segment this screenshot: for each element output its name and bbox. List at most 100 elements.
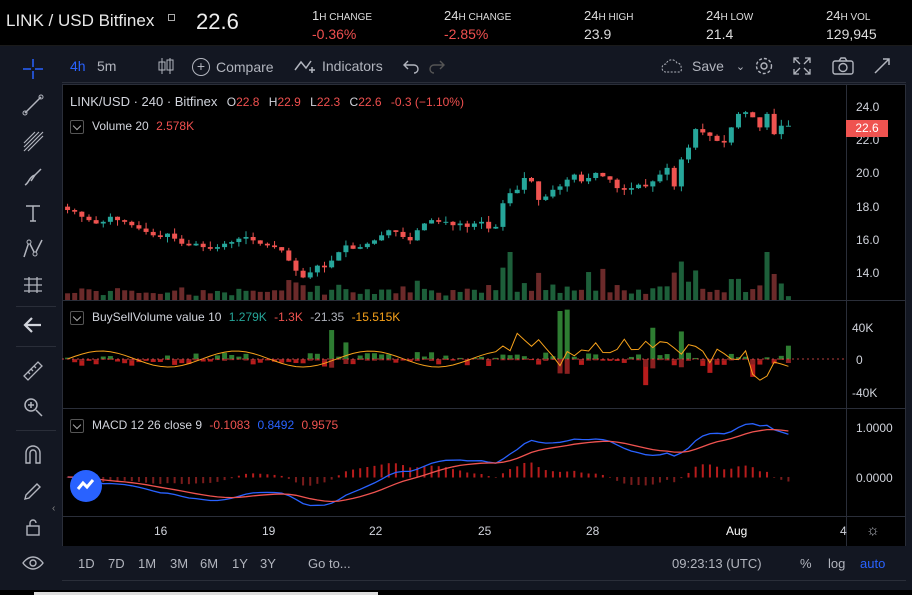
back-arrow-icon[interactable] [20,312,46,338]
brush-icon[interactable] [20,164,46,190]
candle-body [222,243,228,248]
lock-icon[interactable] [20,514,46,540]
low-value: 22.3 [316,95,341,109]
buysell-bar [664,354,670,359]
buysell-bar [557,311,563,359]
time-axis-label: 22 [369,524,383,538]
interval-4h[interactable]: 4h [70,58,86,74]
ruler-icon[interactable] [20,358,46,384]
range-button-6m[interactable]: 6M [200,556,218,571]
text-tool-icon[interactable] [20,200,46,226]
macd-histogram-bar [187,477,190,485]
zoom-in-icon[interactable] [20,394,46,420]
buysell-bar [785,359,791,363]
goto-button[interactable]: Go to... [308,556,351,571]
candle-body [314,265,320,273]
macd-histogram-bar [530,462,533,478]
settings-icon[interactable] [754,56,774,76]
prediction-icon[interactable] [20,272,46,298]
macd-histogram-bar [223,477,226,481]
range-button-3y[interactable]: 3Y [260,556,276,571]
buysell-bar [222,352,228,359]
candle-body [172,233,178,239]
interval-5m[interactable]: 5m [97,58,116,74]
candle-body [514,189,520,194]
price-axis-label: 20.0 [856,166,880,180]
buysell-bar [686,352,692,359]
buysell-bar [443,355,449,359]
range-button-7d[interactable]: 7D [108,556,125,571]
range-button-1d[interactable]: 1D [78,556,95,571]
volume-bar [129,290,135,300]
share-icon[interactable] [872,56,892,76]
candle-body [764,113,770,128]
trend-line-icon[interactable] [20,92,46,118]
candle-body [621,188,627,190]
candle-body [322,265,328,268]
pane-divider[interactable] [62,300,906,301]
volume-bar [200,290,206,300]
candle-body [735,113,741,128]
percent-toggle[interactable]: % [800,556,812,571]
lock-drawing-icon[interactable] [20,478,46,504]
buysell-bar [307,353,313,359]
popout-icon[interactable] [168,14,175,21]
candle-style-icon[interactable] [157,56,175,76]
collapse-toggle-icon[interactable] [70,310,84,325]
volume-bar [586,272,592,300]
macd-legend: MACD 12 26 close 9 -0.1083 0.8492 0.9575 [70,418,338,433]
magnet-icon[interactable] [20,442,46,468]
eye-icon[interactable] [20,550,46,576]
save-button[interactable]: Save ⌄ [660,58,745,74]
macd-histogram-bar [159,477,162,485]
fib-tool-icon[interactable] [20,128,46,154]
volume-bar [207,293,213,300]
volume-bar [778,283,784,300]
candle-body [350,245,356,249]
candle-body [743,112,749,114]
collapse-sidebar-icon[interactable]: ‹ [52,503,61,519]
candle-body [436,220,442,222]
range-button-1m[interactable]: 1M [138,556,156,571]
candle-body [293,260,299,271]
buysell-bar [514,354,520,359]
candle-body [393,230,399,232]
macd-histogram-bar [173,477,176,484]
volume-bar [243,290,249,300]
undo-icon[interactable] [402,56,420,74]
tradingview-logo[interactable] [70,470,102,502]
range-button-3m[interactable]: 3M [170,556,188,571]
buysell-bar [429,352,435,359]
buysell-bar [521,356,527,359]
high-value: 22.9 [277,95,301,109]
range-button-1y[interactable]: 1Y [232,556,248,571]
compare-button[interactable]: + Compare [192,58,274,76]
pane-divider[interactable] [62,408,906,409]
indicators-button[interactable]: Indicators [294,58,383,74]
pattern-icon[interactable] [20,236,46,262]
volume-bar [500,267,506,300]
crosshair-icon[interactable] [20,56,46,82]
macd-histogram-bar [787,477,790,482]
camera-icon[interactable] [832,56,854,76]
fullscreen-icon[interactable] [792,56,812,76]
volume-bar [507,252,513,300]
auto-toggle[interactable]: auto [860,556,885,571]
macd-histogram-bar [701,464,704,478]
volume-bar [214,290,220,300]
log-toggle[interactable]: log [828,556,845,571]
volume-bar [757,285,763,300]
candle-body [257,240,263,244]
collapse-toggle-icon[interactable] [70,418,84,433]
macd-histogram-bar [123,477,126,481]
axis-settings-icon[interactable]: ☼ [866,522,880,539]
volume-bar [557,292,563,300]
candle-body [493,226,499,229]
volume-bar [72,292,78,300]
redo-icon[interactable] [428,56,446,74]
volume-bar [571,290,577,300]
candle-body [557,186,563,190]
buysell-legend: BuySellVolume value 10 1.279K -1.3K -21.… [70,310,400,325]
macd-histogram-bar [566,471,569,478]
collapse-toggle-icon[interactable] [70,119,84,134]
